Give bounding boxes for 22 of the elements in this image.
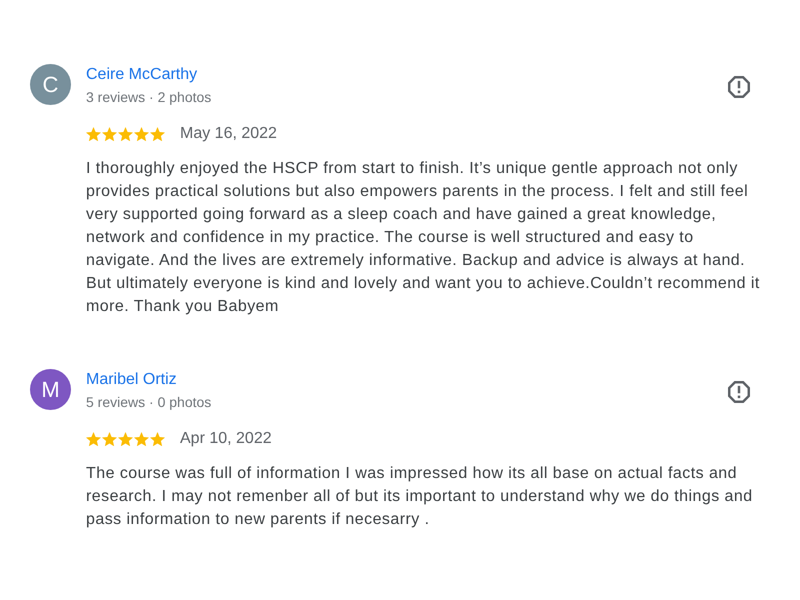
star-icon: [118, 432, 133, 446]
star-icon: [134, 126, 149, 142]
star-icon: [150, 432, 165, 446]
star-icon: [118, 126, 133, 142]
reviewer-stats: 5 reviews · 0 photos: [86, 393, 212, 411]
star-icon: [86, 126, 101, 142]
alert-octagon-icon[interactable]: [728, 76, 750, 98]
star-icon: [86, 432, 101, 446]
alert-octagon-icon[interactable]: [728, 381, 750, 403]
review-text: I thoroughly enjoyed the HSCP from start to finish. It’s unique gentle approach not only provides practical solutions but also empowers parents in the process. I felt and still feel very supported going forward as a sleep coach and have gained a great knowledge, network and confidence in my practice. The course is well structured and easy to navigate. And the lives are extremely informative. Backup and advice is always at hand. But ultimately everyone is kind and lovely and want you to achieve.Couldn’t recommend it more. Thank you Babyem: [86, 159, 761, 317]
review-date: May 16, 2022: [180, 124, 277, 144]
review-text: The course was full of information I was impressed how its all base on actual facts and research. I may not remenber all of but its important to understand why we do things and pass information to new parents if necesarry .: [86, 464, 754, 530]
reviewer-name-link[interactable]: Maribel Ortiz: [86, 370, 177, 390]
review-date: Apr 10, 2022: [180, 429, 272, 449]
star-icon: [102, 432, 117, 446]
star-icon: [102, 126, 117, 142]
star-icon: [134, 432, 149, 446]
reviewer-name-link[interactable]: Ceire McCarthy: [86, 65, 198, 85]
reviewer-stats: 3 reviews · 2 photos: [86, 88, 212, 106]
star-icon: [150, 126, 165, 142]
avatar: C: [30, 64, 71, 105]
avatar: M: [30, 369, 71, 410]
